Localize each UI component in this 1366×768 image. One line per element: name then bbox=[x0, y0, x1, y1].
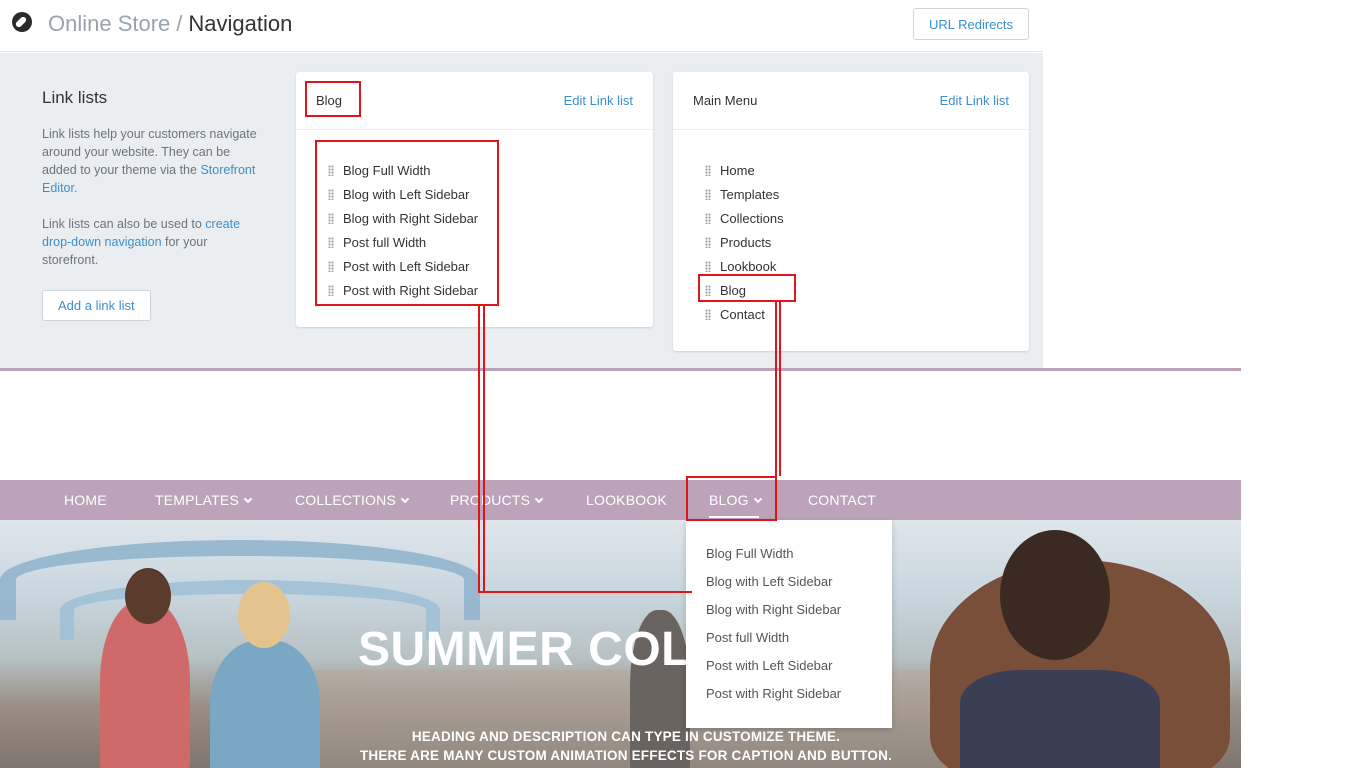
hero-banner: SUMMER COLL HEADING AND DESCRIPTION CAN … bbox=[0, 520, 1241, 768]
list-item-label: Templates bbox=[720, 186, 780, 202]
help-text-2-body: Link lists can also be used to bbox=[42, 217, 206, 231]
drag-handle-icon[interactable] bbox=[705, 260, 711, 272]
list-item[interactable]: Products bbox=[705, 230, 1029, 254]
chevron-down-icon bbox=[534, 494, 544, 504]
annotation-connector bbox=[483, 305, 485, 593]
hero-caption-line: THERE ARE MANY CUSTOM ANIMATION EFFECTS … bbox=[359, 748, 893, 763]
list-item[interactable]: Templates bbox=[705, 182, 1029, 206]
nav-item-templates[interactable]: TEMPLATES bbox=[155, 492, 253, 508]
dropdown-item[interactable]: Post with Left Sidebar bbox=[686, 651, 892, 679]
compass-icon bbox=[12, 12, 32, 32]
chevron-down-icon bbox=[400, 494, 410, 504]
drag-handle-icon[interactable] bbox=[705, 308, 711, 320]
section-title: Link lists bbox=[42, 88, 108, 107]
url-redirects-button[interactable]: URL Redirects bbox=[913, 8, 1029, 40]
drag-handle-icon[interactable] bbox=[705, 164, 711, 176]
nav-item-collections[interactable]: COLLECTIONS bbox=[295, 492, 410, 508]
card-header: Main Menu Edit Link list bbox=[673, 72, 1029, 130]
nav-item-home[interactable]: HOME bbox=[64, 492, 107, 508]
nav-item-label: TEMPLATES bbox=[155, 492, 240, 508]
annotation-connector bbox=[775, 302, 777, 476]
annotation-box-blog-title bbox=[305, 81, 361, 117]
annotation-box-blog-items bbox=[315, 140, 499, 306]
annotation-box-nav-blog bbox=[686, 476, 777, 521]
page-title: Navigation bbox=[188, 11, 293, 36]
nav-item-contact[interactable]: CONTACT bbox=[808, 492, 876, 508]
model-head bbox=[238, 582, 290, 648]
main-menu-link-list-card: Main Menu Edit Link list Home Templates … bbox=[673, 72, 1029, 351]
breadcrumb-separator: / bbox=[176, 11, 183, 36]
nav-item-lookbook[interactable]: LOOKBOOK bbox=[586, 492, 667, 508]
hero-caption-line: HEADING AND DESCRIPTION CAN TYPE IN CUST… bbox=[411, 729, 841, 744]
help-text-1-end: . bbox=[73, 181, 78, 195]
drag-handle-icon[interactable] bbox=[705, 236, 711, 248]
model-swimsuit bbox=[960, 670, 1160, 768]
annotation-connector bbox=[478, 591, 692, 593]
annotation-connector bbox=[779, 302, 781, 476]
nav-item-products[interactable]: PRODUCTS bbox=[450, 492, 544, 508]
dropdown-item[interactable]: Blog with Right Sidebar bbox=[686, 595, 892, 623]
list-item[interactable]: Contact bbox=[705, 302, 1029, 326]
dropdown-item[interactable]: Blog with Left Sidebar bbox=[686, 567, 892, 595]
storefront-main-nav: HOME TEMPLATES COLLECTIONS PRODUCTS LOOK… bbox=[0, 480, 1241, 520]
hero-title: SUMMER COLL bbox=[358, 623, 721, 676]
card-title: Main Menu bbox=[693, 93, 758, 108]
dropdown-item[interactable]: Blog Full Width bbox=[686, 539, 892, 567]
help-text-2: Link lists can also be used to create dr… bbox=[42, 215, 257, 269]
blog-dropdown-menu: Blog Full Width Blog with Left Sidebar B… bbox=[686, 520, 892, 728]
list-item-label: Home bbox=[720, 162, 755, 178]
list-item[interactable]: Collections bbox=[705, 206, 1029, 230]
dropdown-item[interactable]: Post with Right Sidebar bbox=[686, 679, 892, 707]
annotation-box-menu-blog bbox=[698, 274, 796, 302]
dropdown-item[interactable]: Post full Width bbox=[686, 623, 892, 651]
drag-handle-icon[interactable] bbox=[705, 188, 711, 200]
nav-item-label: PRODUCTS bbox=[450, 492, 531, 508]
model-figure bbox=[100, 600, 190, 768]
admin-header: Online Store / Navigation URL Redirects bbox=[0, 0, 1043, 52]
annotation-connector bbox=[478, 305, 480, 593]
list-item[interactable]: Home bbox=[705, 158, 1029, 182]
list-item-label: Lookbook bbox=[720, 258, 777, 274]
model-head bbox=[1000, 530, 1110, 660]
list-item-label: Contact bbox=[720, 306, 765, 322]
drag-handle-icon[interactable] bbox=[705, 212, 711, 224]
add-link-list-button[interactable]: Add a link list bbox=[42, 290, 151, 321]
edit-link-list-button[interactable]: Edit Link list bbox=[940, 93, 1009, 108]
model-head bbox=[125, 568, 171, 624]
breadcrumb: Online Store / Navigation bbox=[48, 11, 292, 37]
admin-content: Link lists Link lists help your customer… bbox=[0, 53, 1043, 369]
section-divider bbox=[0, 368, 1241, 371]
nav-item-label: COLLECTIONS bbox=[295, 492, 396, 508]
hero-caption: HEADING AND DESCRIPTION CAN TYPE IN CUST… bbox=[356, 727, 896, 765]
list-item-label: Products bbox=[720, 234, 772, 250]
list-item-label: Collections bbox=[720, 210, 784, 226]
breadcrumb-parent[interactable]: Online Store bbox=[48, 11, 170, 36]
link-lists-description: Link lists Link lists help your customer… bbox=[42, 89, 257, 321]
edit-link-list-button[interactable]: Edit Link list bbox=[564, 93, 633, 108]
model-figure bbox=[210, 640, 320, 768]
chevron-down-icon bbox=[243, 494, 253, 504]
help-text-1: Link lists help your customers navigate … bbox=[42, 125, 257, 197]
